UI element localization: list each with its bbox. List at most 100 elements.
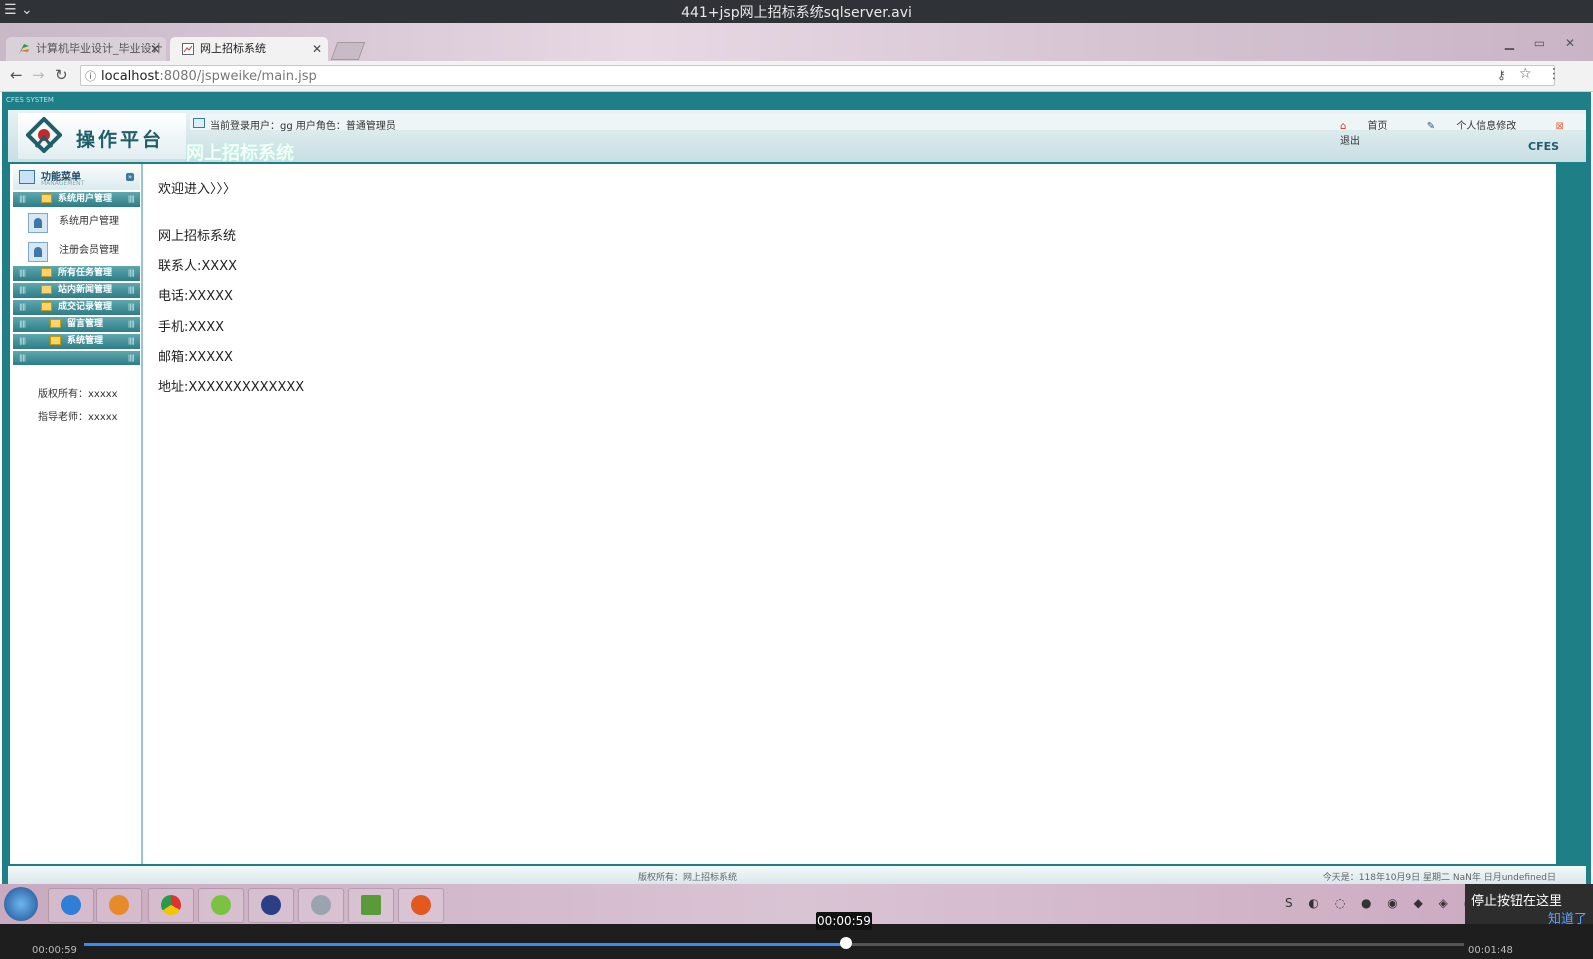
grip-icon: ||||	[127, 303, 135, 311]
home-link[interactable]: ⌂ 首页	[1340, 121, 1406, 132]
taskbar-tools-icon[interactable]	[298, 888, 344, 923]
app-logo: 操作平台	[18, 113, 186, 159]
menu-section-messages[interactable]: |||| 留言管理 ||||	[13, 317, 140, 332]
folder-icon	[49, 319, 61, 328]
menu-footer-bar: |||| ||||	[13, 351, 140, 365]
main-content: 欢迎进入〉〉〉 网上招标系统 联系人:XXXX 电话:XXXXX 手机:XXXX…	[158, 178, 304, 406]
menu-section-label: 站内新闻管理	[57, 285, 112, 295]
browser-toolbar: ← → ↻ ⓘ localhost:8080/jspweike/main.jsp…	[0, 61, 1593, 92]
grip-icon: ||||	[127, 337, 135, 345]
window-controls[interactable]: ▁ ▭ ✕	[1505, 36, 1583, 50]
grip-icon: ||||	[127, 286, 135, 294]
taskbar-ie-icon[interactable]	[48, 888, 94, 923]
footer-date: 今天是：118年10月9日 星期二 NaN年 日月undefined日	[1322, 873, 1556, 883]
sidebar-copyright: 版权所有：xxxxx 指导老师：xxxxx	[38, 383, 118, 429]
menu-header[interactable]: 功能菜单 MANAGEMENT »	[13, 166, 140, 190]
copyright-text: 版权所有：xxxxx	[38, 389, 118, 400]
site-favicon-icon	[19, 44, 29, 54]
taskbar-app-green-icon[interactable]	[198, 888, 244, 923]
bookmark-star-icon[interactable]: ☆	[1519, 66, 1532, 82]
user-avatar-icon	[28, 242, 48, 262]
footer-copyright: 版权所有：网上招标系统	[638, 873, 738, 883]
menu-item-system-users[interactable]: 系统用户管理	[28, 211, 119, 233]
grip-icon: ||||	[19, 354, 26, 362]
info-line-address: 地址:XXXXXXXXXXXXX	[158, 379, 305, 395]
seek-progress	[84, 943, 846, 946]
app-footer: 版权所有：网上招标系统 今天是：118年10月9日 星期二 NaN年 日月und…	[8, 866, 1586, 884]
user-avatar-icon	[28, 213, 48, 233]
menu-section-label: 留言管理	[66, 319, 103, 329]
url-host: localhost	[101, 69, 160, 84]
menu-section-deal-records[interactable]: |||| 成交记录管理 ||||	[13, 300, 140, 315]
grip-icon: ||||	[127, 320, 135, 328]
folder-icon	[40, 194, 52, 203]
logo-text: 操作平台	[76, 129, 165, 151]
system-title: 网上招标系统	[186, 143, 294, 164]
menu-section-system[interactable]: |||| 系统管理 ||||	[13, 334, 140, 349]
advisor-text: 指导老师：xxxxx	[38, 412, 118, 423]
folder-icon	[40, 302, 52, 311]
grip-icon: ||||	[127, 269, 135, 277]
info-line-phone: 电话:XXXXX	[158, 289, 233, 305]
brand-label: CFES	[1528, 140, 1560, 153]
taskbar-chrome-icon[interactable]	[148, 888, 194, 923]
logout-icon: ⊠	[1555, 121, 1564, 132]
info-line-mobile: 手机:XXXX	[158, 319, 225, 335]
back-arrow-icon[interactable]: ←	[10, 66, 23, 84]
taskbar-chart-icon[interactable]	[348, 888, 394, 923]
seek-time-tooltip: 00:00:59	[816, 912, 872, 930]
grip-icon: ||||	[127, 195, 135, 203]
menu-section-task-management[interactable]: |||| 所有任务管理 ||||	[13, 266, 140, 281]
menu-item-label: 注册会员管理	[59, 245, 119, 256]
close-tab-icon[interactable]: ✕	[150, 37, 160, 61]
folder-icon	[40, 285, 52, 294]
edit-icon: ✎	[1426, 121, 1436, 132]
profile-edit-link[interactable]: ✎ 个人信息修改	[1427, 121, 1535, 132]
total-time: 00:01:48	[1468, 945, 1513, 956]
current-time: 00:00:59	[32, 945, 77, 956]
page-favicon-icon	[182, 43, 194, 55]
menu-icon	[19, 170, 35, 184]
collapse-chevron-icon[interactable]: »	[126, 173, 134, 181]
taskbar-app-blue-icon[interactable]	[248, 888, 294, 923]
menu-subtitle: MANAGEMENT	[41, 180, 85, 187]
close-tab-icon[interactable]: ✕	[312, 37, 322, 61]
seek-knob[interactable]	[840, 937, 852, 949]
folder-icon	[40, 268, 52, 277]
grip-icon: ||||	[19, 269, 26, 277]
browser-tab-biyesheji[interactable]: 计算机毕业设计_毕业设计 ✕	[6, 37, 166, 61]
logo-mark-icon	[26, 117, 62, 153]
grip-icon: ||||	[127, 354, 135, 362]
menu-section-news-management[interactable]: |||| 站内新闻管理 ||||	[13, 283, 140, 298]
url-path: :8080/jspweike/main.jsp	[159, 69, 317, 84]
system-caption: CFES SYSTEM	[6, 96, 54, 104]
reload-icon[interactable]: ↻	[55, 66, 68, 84]
main-panel	[143, 164, 1556, 864]
browser-tab-label: 计算机毕业设计_毕业设计	[36, 42, 163, 55]
menu-section-label: 成交记录管理	[57, 302, 112, 312]
start-button-icon[interactable]	[4, 887, 38, 921]
key-icon[interactable]: ⚷	[1497, 68, 1506, 82]
site-info-icon[interactable]: ⓘ	[85, 66, 96, 87]
menu-section-label: 系统用户管理	[57, 194, 112, 204]
info-line-system-name: 网上招标系统	[158, 229, 237, 244]
info-line-email: 邮箱:XXXXX	[158, 349, 233, 365]
video-title: 441+jsp网上招标系统sqlserver.avi	[681, 5, 912, 21]
address-bar[interactable]: ⓘ localhost:8080/jspweike/main.jsp	[80, 65, 1555, 86]
browser-menu-icon[interactable]: ⋮	[1547, 66, 1561, 82]
browser-tab-zhaobiao[interactable]: 网上招标系统 ✕	[170, 37, 328, 61]
menu-section-user-management[interactable]: |||| 系统用户管理 ||||	[13, 192, 140, 207]
taskbar-colors-icon[interactable]	[96, 888, 142, 923]
menu-section-label: 系统管理	[66, 336, 103, 346]
forward-arrow-icon[interactable]: →	[32, 66, 45, 84]
taskbar-recorder-icon[interactable]	[398, 888, 444, 923]
stop-button-tip: 停止按钮在这里 知道了	[1465, 884, 1593, 929]
grip-icon: ||||	[19, 286, 26, 294]
tip-message: 停止按钮在这里	[1471, 894, 1563, 909]
menu-section-label: 所有任务管理	[57, 268, 112, 278]
info-line-contact: 联系人:XXXX	[158, 259, 238, 275]
menu-item-registered-members[interactable]: 注册会员管理	[28, 240, 119, 262]
current-user-info: 当前登录用户：gg 用户角色：普通管理员	[193, 117, 396, 132]
menu-item-label: 系统用户管理	[59, 216, 119, 227]
grip-icon: ||||	[19, 195, 26, 203]
